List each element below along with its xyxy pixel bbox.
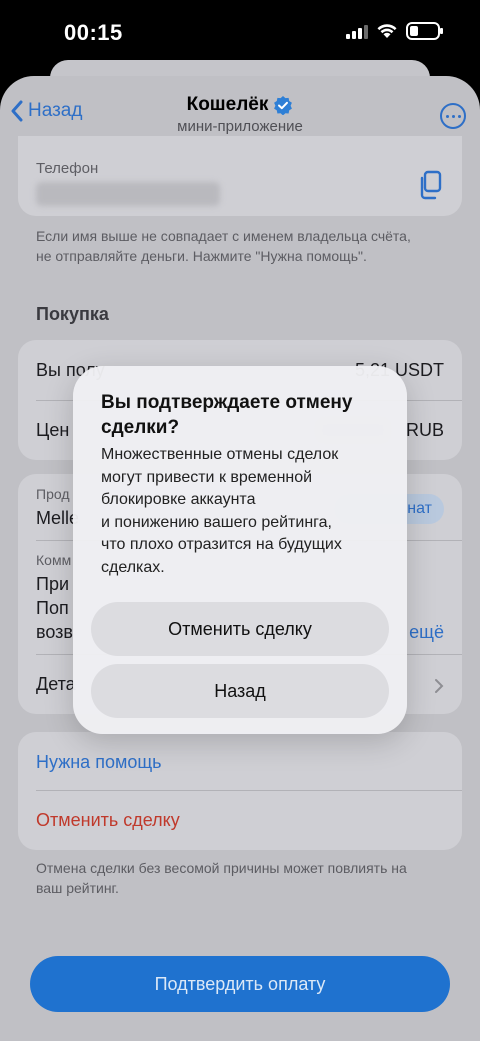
divider	[36, 790, 462, 791]
wifi-icon	[377, 24, 397, 38]
comment-label: Комм	[36, 552, 72, 568]
phone-value-redacted	[36, 182, 220, 206]
name-mismatch-note: Если имя выше не совпадает с именем влад…	[36, 228, 411, 264]
status-bar: 00:15	[0, 0, 480, 62]
show-more-link[interactable]: ещё	[409, 622, 444, 643]
price-label: Цен	[36, 420, 70, 440]
help-link[interactable]: Нужна помощь	[36, 752, 162, 773]
confirm-payment-button[interactable]: Подтвердить оплату	[30, 956, 450, 1012]
battery-icon	[406, 22, 443, 40]
cancel-confirmation-dialog: Вы подтверждаете отмену сделки? Множеств…	[73, 366, 407, 734]
purchase-section-title: Покупка	[36, 304, 109, 324]
nav-title-block: Кошелёк мини-приложение	[0, 94, 480, 135]
seller-label: Прод	[36, 486, 70, 502]
copy-icon[interactable]	[418, 170, 442, 205]
dialog-message: Множественные отмены сделок могут привес…	[101, 446, 342, 576]
deal-details-label[interactable]: Дета	[36, 674, 76, 695]
phone-label: Телефон	[36, 160, 99, 177]
comment-line-1: При	[36, 574, 70, 594]
status-time: 00:15	[64, 20, 123, 45]
cancel-note: Отмена сделки без весомой причины может …	[36, 860, 407, 896]
nav-title: Кошелёк	[186, 94, 269, 115]
price-currency: RUB	[405, 420, 444, 440]
more-options-icon[interactable]	[440, 103, 466, 129]
status-icons	[346, 22, 443, 40]
dialog-cancel-deal-button[interactable]: Отменить сделку	[91, 602, 389, 656]
nav-subtitle: мини-приложение	[177, 118, 303, 135]
dialog-back-button[interactable]: Назад	[91, 664, 389, 718]
chat-badge-label: нат	[407, 500, 432, 517]
verified-badge-icon	[274, 96, 293, 115]
cancel-deal-link[interactable]: Отменить сделку	[36, 810, 180, 831]
cellular-signal-icon	[346, 23, 368, 39]
chevron-right-icon	[435, 679, 444, 693]
dialog-title: Вы подтверждаете отмену сделки?	[101, 392, 353, 438]
actions-card: Нужна помощь Отменить сделку	[18, 732, 462, 850]
comment-line-2: Поп	[36, 598, 69, 618]
phone-card: Телефон	[18, 136, 462, 216]
comment-line-3: возв	[36, 622, 73, 642]
